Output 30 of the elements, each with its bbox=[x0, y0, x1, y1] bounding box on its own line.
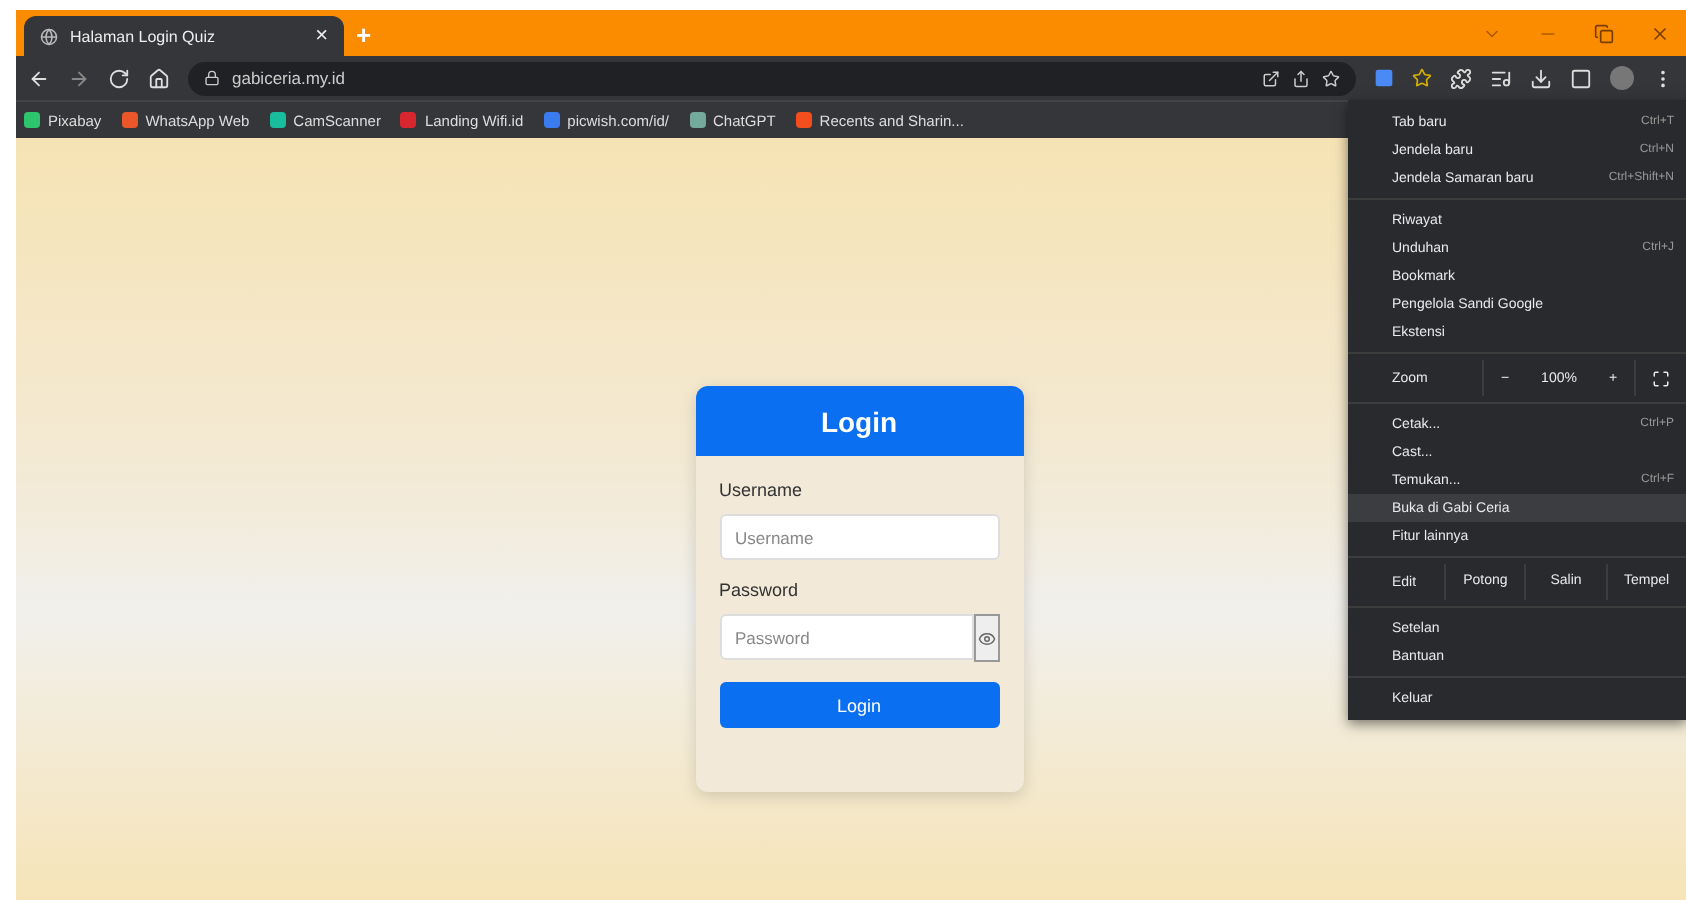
puzzle-icon[interactable] bbox=[1450, 67, 1472, 89]
sidebar-icon[interactable] bbox=[1570, 67, 1592, 89]
avatar-icon[interactable] bbox=[1610, 66, 1634, 90]
home-icon[interactable] bbox=[148, 67, 170, 89]
url-text: gabiceria.my.id bbox=[232, 68, 348, 88]
password-field[interactable]: Password bbox=[719, 614, 973, 660]
address-bar[interactable]: gabiceria.my.id bbox=[188, 61, 1356, 95]
tab-title: Halaman Login Quiz bbox=[70, 27, 217, 45]
username-label: Username bbox=[719, 480, 805, 500]
lock-icon bbox=[204, 70, 220, 86]
globe-icon bbox=[40, 27, 58, 45]
star-icon[interactable] bbox=[1322, 69, 1340, 87]
reload-icon[interactable] bbox=[108, 67, 130, 89]
restore-icon[interactable] bbox=[1594, 23, 1614, 43]
share-icon[interactable] bbox=[1292, 69, 1310, 87]
password-label: Password bbox=[719, 580, 801, 600]
close-tab-button[interactable]: × bbox=[315, 25, 328, 47]
fullscreen-icon[interactable] bbox=[1651, 369, 1670, 387]
download-icon[interactable] bbox=[1530, 67, 1552, 89]
eye-icon bbox=[977, 629, 995, 647]
show-password-button[interactable] bbox=[973, 614, 999, 662]
login-button[interactable]: Login bbox=[719, 682, 999, 728]
username-field[interactable]: Username bbox=[719, 514, 999, 560]
playlist-icon[interactable] bbox=[1490, 67, 1512, 89]
close-icon[interactable] bbox=[1650, 23, 1670, 43]
back-icon[interactable] bbox=[28, 67, 50, 89]
login-title: Login bbox=[695, 386, 1023, 456]
browser-tab[interactable]: Halaman Login Quiz × bbox=[24, 16, 344, 56]
forward-icon[interactable] bbox=[68, 67, 90, 89]
open-icon[interactable] bbox=[1262, 69, 1280, 87]
